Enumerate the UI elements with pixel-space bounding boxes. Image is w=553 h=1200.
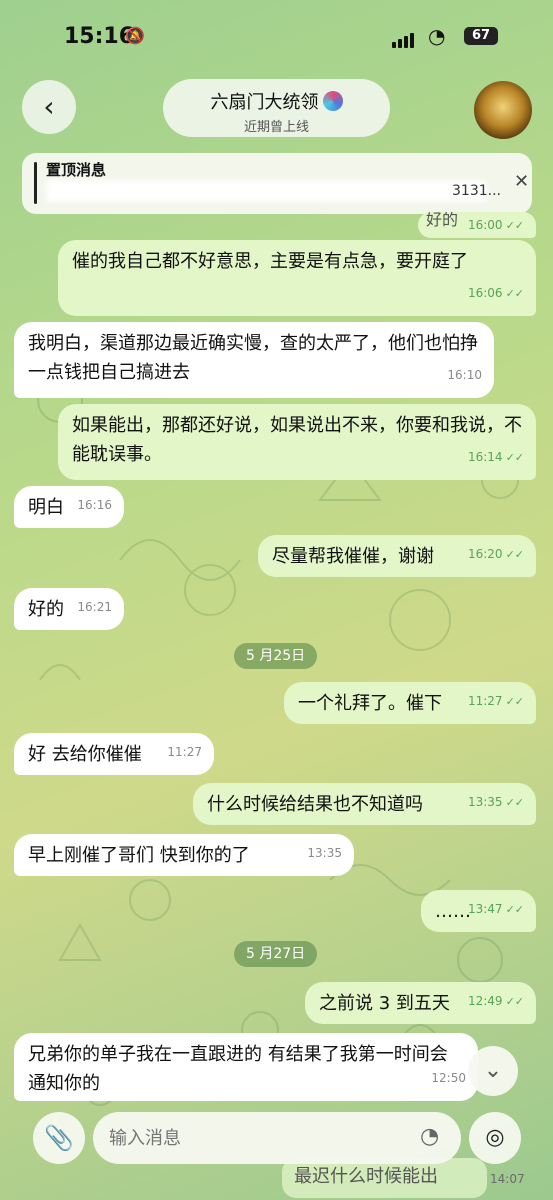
battery-icon: 67 [464, 27, 498, 45]
pinned-message[interactable]: 置顶消息 3131... ✕ [22, 153, 532, 214]
read-check-icon: ✓✓ [505, 796, 524, 809]
read-check-icon: ✓✓ [505, 903, 524, 916]
chevron-down-icon: ⌄ [483, 1058, 503, 1083]
message-bubble-partial[interactable]: 最迟什么时候能出 [282, 1158, 487, 1198]
sticker-icon[interactable]: ◔ [420, 1124, 439, 1149]
pinned-redacted [46, 180, 486, 202]
message-bubble[interactable]: 好的 16:00 ✓✓ [418, 212, 536, 238]
message-bubble[interactable]: 我明白，渠道那边最近确实慢，查的太严了，他们也怕挣一点钱把自己搞进去 16:10 [14, 322, 494, 398]
chevron-left-icon: ‹ [43, 90, 55, 123]
message-bubble[interactable]: 明白 16:16 [14, 486, 124, 528]
read-check-icon: ✓✓ [505, 548, 524, 561]
paperclip-icon: 📎 [44, 1124, 74, 1152]
read-check-icon: ✓✓ [505, 995, 524, 1008]
read-check-icon: ✓✓ [505, 287, 524, 300]
message-bubble[interactable]: 兄弟你的单子我在一直跟进的 有结果了我第一时间会通知你的 12:50 [14, 1033, 478, 1101]
date-separator: 5 月25日 [234, 643, 318, 669]
read-check-icon: ✓✓ [505, 219, 524, 232]
back-button[interactable]: ‹ [22, 80, 76, 134]
message-bubble[interactable]: 好 去给你催催 11:27 [14, 733, 214, 775]
message-bubble[interactable]: 催的我自己都不好意思，主要是有点急，要开庭了 16:06 ✓✓ [58, 240, 536, 316]
status-time: 15:16 [64, 24, 135, 49]
message-bubble[interactable]: 好的 16:21 [14, 588, 124, 630]
read-check-icon: ✓✓ [505, 695, 524, 708]
read-check-icon: ✓✓ [505, 451, 524, 464]
camera-icon: ◎ [485, 1125, 505, 1150]
message-bubble[interactable]: 一个礼拜了。催下 11:27 ✓✓ [284, 682, 536, 724]
badge-icon [322, 91, 343, 111]
chat-title-header[interactable]: 六扇门大统领 近期曾上线 [163, 79, 390, 137]
camera-button[interactable]: ◎ [469, 1112, 521, 1164]
message-input[interactable] [93, 1112, 461, 1164]
message-bubble[interactable]: …… 13:47 ✓✓ [421, 890, 536, 932]
bell-muted-icon: 🔕 [125, 26, 145, 45]
cellular-signal-icon [392, 29, 416, 48]
message-bubble[interactable]: 如果能出，那都还好说，如果说出不来，你要和我说，不能耽误事。 16:14 ✓✓ [58, 404, 536, 480]
scroll-to-bottom-button[interactable]: ⌄ [468, 1046, 518, 1096]
avatar[interactable] [474, 81, 532, 139]
message-time: 14:07 [490, 1172, 525, 1186]
close-icon[interactable]: ✕ [514, 171, 529, 192]
pinned-text: 3131... [452, 183, 501, 199]
chat-title: 六扇门大统领 [210, 92, 319, 113]
last-seen-status: 近期曾上线 [243, 120, 309, 135]
date-separator: 5 月27日 [234, 941, 318, 967]
message-bubble[interactable]: 尽量帮我催催，谢谢 16:20 ✓✓ [258, 535, 536, 577]
attach-button[interactable]: 📎 [33, 1112, 85, 1164]
pinned-label: 置顶消息 [46, 161, 107, 179]
message-bubble[interactable]: 之前说 3 到五天 12:49 ✓✓ [305, 982, 536, 1024]
pinned-indicator [34, 162, 37, 204]
status-bar: 15:16 🔕 ◔ 67 [0, 0, 553, 72]
message-bubble[interactable]: 什么时候给结果也不知道吗 13:35 ✓✓ [193, 783, 536, 825]
wifi-icon: ◔ [428, 24, 446, 48]
message-bubble[interactable]: 早上刚催了哥们 快到你的了 13:35 [14, 834, 354, 876]
